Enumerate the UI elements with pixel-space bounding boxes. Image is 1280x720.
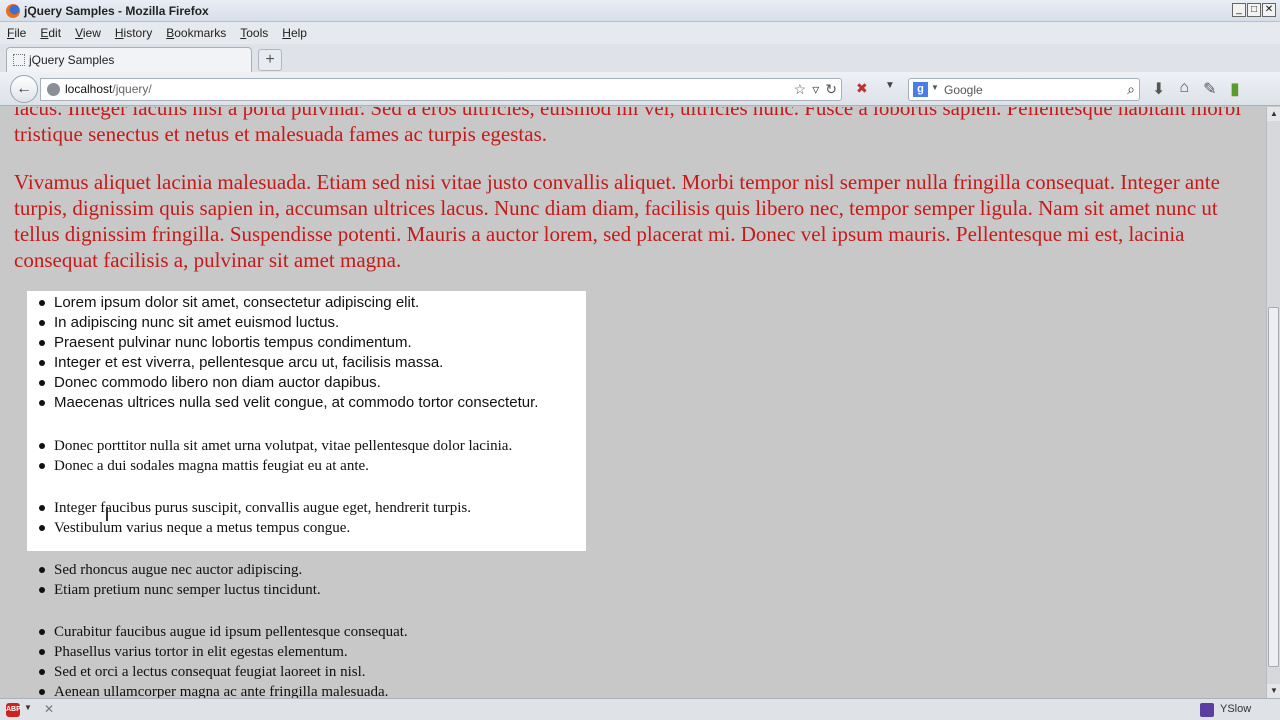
menu-tools[interactable]: Tools [233, 26, 275, 40]
new-tab-button[interactable]: + [258, 49, 282, 71]
pencil-icon[interactable]: ✎ [1203, 79, 1216, 99]
adblock-icon[interactable]: ABP [6, 703, 21, 717]
search-bar[interactable]: g ▼ Google ⌕ [908, 78, 1140, 101]
toolbar-icons: ⬇ ⌂ ✎ ▮ [1152, 79, 1239, 99]
addon-stop-icon[interactable]: ✖ [856, 80, 868, 97]
list-item: Maecenas ultrices nulla sed velit congue… [38, 393, 538, 413]
tab-bar: jQuery Samples + [0, 44, 1280, 72]
menu-bar: File Edit View History Bookmarks Tools H… [0, 22, 1280, 44]
tab-label: jQuery Samples [29, 53, 115, 67]
tab-jquery-samples[interactable]: jQuery Samples [6, 47, 252, 72]
list-item: Aenean ullamcorper magna ac ante fringil… [38, 682, 408, 698]
list-item: Integer et est viverra, pellentesque arc… [38, 353, 538, 373]
menu-help[interactable]: Help [275, 26, 314, 40]
list-serif-1: Donec porttitor nulla sit amet urna volu… [38, 436, 512, 476]
back-arrow-icon: ← [16, 80, 32, 97]
vertical-scrollbar[interactable]: ▲ ▼ [1266, 107, 1280, 698]
list-item: Donec porttitor nulla sit amet urna volu… [38, 436, 512, 456]
list-item: Vestibulum varius neque a metus tempus c… [38, 518, 471, 538]
downloads-icon[interactable]: ⬇ [1152, 79, 1165, 99]
list-serif-3: Sed rhoncus augue nec auctor adipiscing.… [38, 560, 321, 600]
list-item: Donec commodo libero non diam auctor dap… [38, 373, 538, 393]
list-item: Sed rhoncus augue nec auctor adipiscing. [38, 560, 321, 580]
menu-history[interactable]: History [108, 26, 159, 40]
list-item: Praesent pulvinar nunc lobortis tempus c… [38, 333, 538, 353]
menu-file[interactable]: File [0, 26, 33, 40]
close-icon[interactable]: ✕ [1262, 3, 1276, 17]
list-item: Sed et orci a lectus consequat feugiat l… [38, 662, 408, 682]
home-icon[interactable]: ⌂ [1179, 79, 1189, 99]
scroll-thumb[interactable] [1268, 307, 1279, 667]
window-title: jQuery Samples - Mozilla Firefox [24, 3, 209, 18]
google-engine-icon[interactable]: g [913, 82, 928, 97]
status-close-icon[interactable]: ✕ [44, 702, 54, 716]
paragraph-1: lacus. Integer iaculis nisi a porta pulv… [14, 107, 1242, 146]
menu-view[interactable]: View [68, 26, 108, 40]
menu-edit[interactable]: Edit [33, 26, 68, 40]
history-dropdown-icon[interactable]: ▿ [812, 81, 819, 98]
yslow-icon[interactable] [1200, 703, 1214, 717]
list-item: Lorem ipsum dolor sit amet, consectetur … [38, 293, 538, 313]
url-text[interactable]: localhost/jquery/ [65, 82, 152, 96]
url-path: /jquery/ [112, 82, 152, 96]
list-item: In adipiscing nunc sit amet euismod luct… [38, 313, 538, 333]
status-bar: ABP ▼ ✕ YSlow [0, 698, 1280, 720]
url-bar[interactable]: localhost/jquery/ ☆ ▿ ↻ [40, 78, 842, 101]
search-engine-caret-icon[interactable]: ▼ [931, 83, 939, 92]
list-item: Phasellus varius tortor in elit egestas … [38, 642, 408, 662]
firefox-logo-icon [6, 3, 20, 18]
list-item: Donec a dui sodales magna mattis feugiat… [38, 456, 512, 476]
page-content: lacus. Integer iaculis nisi a porta pulv… [0, 107, 1266, 698]
bookmark-star-icon[interactable]: ☆ [794, 81, 807, 98]
list-item: Curabitur faucibus augue id ipsum pellen… [38, 622, 408, 642]
reload-icon[interactable]: ↻ [825, 81, 837, 98]
list-serif-4: Curabitur faucibus augue id ipsum pellen… [38, 622, 408, 698]
url-host: localhost [65, 82, 113, 96]
paragraph-2: Vivamus aliquet lacinia malesuada. Etiam… [14, 170, 1220, 272]
page-favicon-icon [13, 54, 25, 66]
window-controls: _ □ ✕ [1232, 3, 1276, 17]
scroll-down-icon[interactable]: ▼ [1267, 684, 1280, 698]
search-input[interactable]: Google [944, 83, 983, 97]
list-item: Integer faucibus purus suscipit, convall… [38, 498, 471, 518]
window-titlebar: jQuery Samples - Mozilla Firefox _ □ ✕ [0, 0, 1280, 22]
list-item: Etiam pretium nunc semper luctus tincidu… [38, 580, 321, 600]
maximize-icon[interactable]: □ [1247, 3, 1261, 17]
list-sans-serif: Lorem ipsum dolor sit amet, consectetur … [38, 293, 538, 413]
signal-bars-icon[interactable]: ▮ [1230, 79, 1239, 99]
adblock-dropdown-icon[interactable]: ▼ [24, 703, 32, 712]
scroll-up-icon[interactable]: ▲ [1267, 107, 1280, 121]
list-serif-2: Integer faucibus purus suscipit, convall… [38, 498, 471, 538]
yslow-label[interactable]: YSlow [1220, 703, 1251, 715]
menu-bookmarks[interactable]: Bookmarks [159, 26, 233, 40]
minimize-icon[interactable]: _ [1232, 3, 1246, 17]
back-button[interactable]: ← [10, 75, 38, 103]
site-identity-icon[interactable] [47, 83, 60, 96]
search-magnifier-icon[interactable]: ⌕ [1127, 81, 1135, 98]
navigation-toolbar: localhost/jquery/ ☆ ▿ ↻ ← ✖ ▼ g ▼ Google… [0, 72, 1280, 106]
url-bar-icons: ☆ ▿ ↻ [794, 81, 837, 98]
addon-dropdown-icon[interactable]: ▼ [885, 80, 895, 91]
text-cursor-icon [106, 507, 108, 521]
